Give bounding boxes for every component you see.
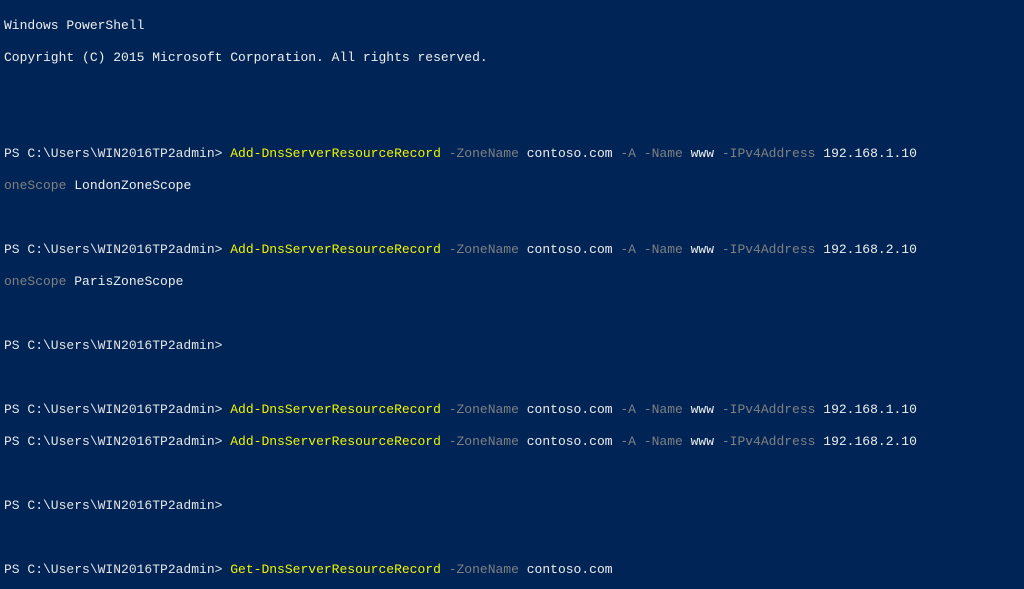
line-continuation: oneScope	[4, 178, 66, 193]
prompt: PS C:\Users\WIN2016TP2admin>	[4, 498, 222, 513]
param-zonename: -ZoneName	[449, 562, 519, 577]
cmdlet-add: Add-DnsServerResourceRecord	[230, 434, 441, 449]
cmdlet-add: Add-DnsServerResourceRecord	[230, 242, 441, 257]
prompt: PS C:\Users\WIN2016TP2admin>	[4, 242, 222, 257]
cmdlet-get: Get-DnsServerResourceRecord	[230, 562, 441, 577]
arg-ip: 192.168.1.10	[823, 402, 917, 417]
param-name: -Name	[644, 402, 683, 417]
param-ipv4: -IPv4Address	[722, 434, 816, 449]
param-name: -Name	[644, 434, 683, 449]
arg-zone: contoso.com	[527, 242, 613, 257]
param-zonename: -ZoneName	[449, 402, 519, 417]
arg-www: www	[691, 242, 714, 257]
arg-scope: ParisZoneScope	[74, 274, 183, 289]
param-a: -A	[620, 242, 636, 257]
arg-zone: contoso.com	[527, 562, 613, 577]
arg-www: www	[691, 434, 714, 449]
param-a: -A	[620, 434, 636, 449]
banner-title: Windows PowerShell	[4, 18, 144, 33]
arg-ip: 192.168.1.10	[823, 146, 917, 161]
cmdlet-add: Add-DnsServerResourceRecord	[230, 146, 441, 161]
param-ipv4: -IPv4Address	[722, 402, 816, 417]
line-continuation: oneScope	[4, 274, 66, 289]
arg-zone: contoso.com	[527, 434, 613, 449]
arg-scope: LondonZoneScope	[74, 178, 191, 193]
cmdlet-add: Add-DnsServerResourceRecord	[230, 402, 441, 417]
param-name: -Name	[644, 146, 683, 161]
prompt: PS C:\Users\WIN2016TP2admin>	[4, 338, 222, 353]
arg-ip: 192.168.2.10	[823, 242, 917, 257]
prompt: PS C:\Users\WIN2016TP2admin>	[4, 146, 222, 161]
param-name: -Name	[644, 242, 683, 257]
prompt: PS C:\Users\WIN2016TP2admin>	[4, 402, 222, 417]
arg-zone: contoso.com	[527, 402, 613, 417]
param-ipv4: -IPv4Address	[722, 242, 816, 257]
param-zonename: -ZoneName	[449, 242, 519, 257]
banner-copyright: Copyright (C) 2015 Microsoft Corporation…	[4, 50, 488, 65]
param-ipv4: -IPv4Address	[722, 146, 816, 161]
prompt: PS C:\Users\WIN2016TP2admin>	[4, 562, 222, 577]
param-a: -A	[620, 402, 636, 417]
arg-zone: contoso.com	[527, 146, 613, 161]
arg-ip: 192.168.2.10	[823, 434, 917, 449]
arg-www: www	[691, 402, 714, 417]
powershell-terminal[interactable]: Windows PowerShell Copyright (C) 2015 Mi…	[0, 0, 1024, 589]
param-zonename: -ZoneName	[449, 146, 519, 161]
param-a: -A	[620, 146, 636, 161]
arg-www: www	[691, 146, 714, 161]
prompt: PS C:\Users\WIN2016TP2admin>	[4, 434, 222, 449]
param-zonename: -ZoneName	[449, 434, 519, 449]
